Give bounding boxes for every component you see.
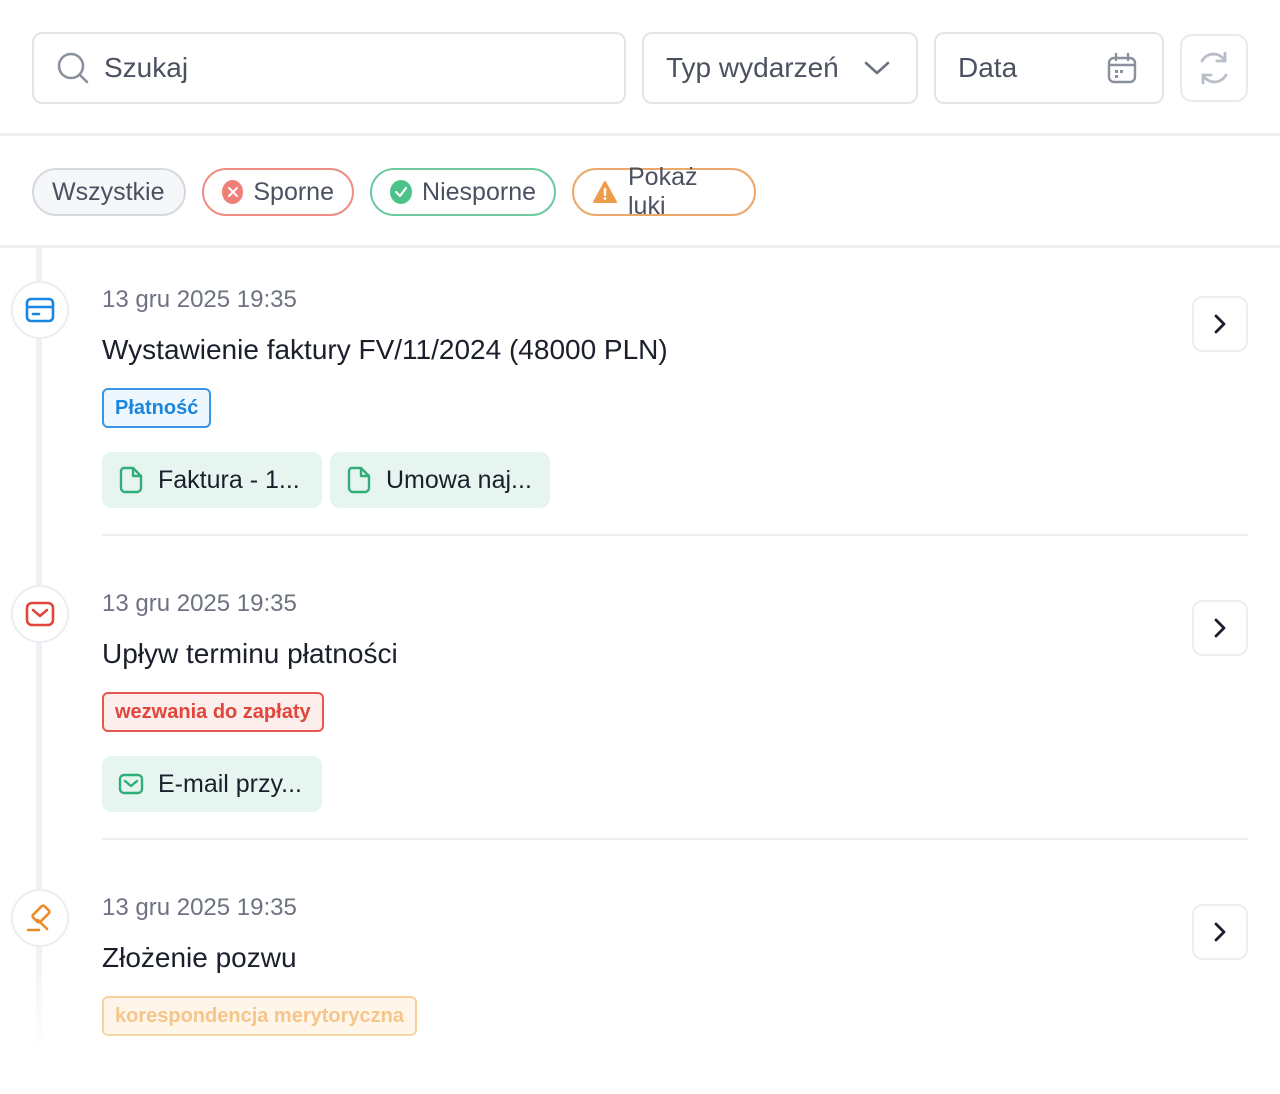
event-item: 13 gru 2025 19:35 Złożenie pozwu korespo… [102,892,1248,1036]
scroll-fade [0,1030,1280,1094]
filter-all-chip[interactable]: Wszystkie [32,168,186,216]
check-circle-icon [390,180,413,204]
event-node-lawsuit [11,889,69,947]
mail-icon [25,601,55,627]
event-title: Złożenie pozwu [102,942,297,973]
open-event-button[interactable] [1192,904,1248,960]
attachment-label: Faktura - 1... [158,465,300,494]
calendar-icon [1106,52,1138,91]
event-item: 13 gru 2025 19:35 Upływ terminu płatnośc… [102,588,1248,812]
close-circle-icon [222,180,244,204]
search-input[interactable]: Szukaj [32,32,626,104]
event-tag: wezwania do zapłaty [102,692,324,732]
filter-disputed-chip[interactable]: Sporne [202,168,354,216]
attachment-chip[interactable]: Faktura - 1... [102,452,322,508]
filter-disputed-label: Sporne [253,177,334,206]
credit-card-icon [25,297,55,323]
attachment-chip[interactable]: E-mail przy... [102,756,322,812]
event-divider [102,838,1248,840]
filter-bar: Wszystkie Sporne Niesporne Pokaż luki [0,136,1280,248]
date-picker[interactable]: Data [934,32,1164,104]
search-icon [56,51,90,85]
filter-gaps-label: Pokaż luki [628,163,698,220]
document-icon [346,466,372,494]
event-node-demand [11,585,69,643]
refresh-button[interactable] [1180,34,1248,102]
event-date: 13 gru 2025 19:35 [102,894,297,921]
attachment-label: Umowa naj... [386,465,532,494]
chevron-right-icon [1212,921,1228,943]
event-item: 13 gru 2025 19:35 Wystawienie faktury FV… [102,284,1248,508]
event-title: Upływ terminu płatności [102,638,398,669]
event-title: Wystawienie faktury FV/11/2024 (48000 PL… [102,334,668,365]
filter-undisputed-label: Niesporne [422,177,536,206]
attachment-chip[interactable]: Umowa naj... [330,452,550,508]
attachment-list: Faktura - 1... Umowa naj... [102,452,1248,508]
date-label: Data [958,52,1018,83]
event-type-select[interactable]: Typ wydarzeń [642,32,918,104]
event-tag: Płatność [102,388,212,428]
gavel-icon [25,903,55,933]
search-placeholder: Szukaj [104,52,189,83]
filter-undisputed-chip[interactable]: Niesporne [370,168,556,216]
chevron-right-icon [1212,617,1228,639]
event-divider [102,534,1248,536]
event-date: 13 gru 2025 19:35 [102,286,297,313]
chevron-right-icon [1212,313,1228,335]
event-date: 13 gru 2025 19:35 [102,590,297,617]
chevron-down-icon [864,58,890,83]
mail-icon [118,773,144,795]
open-event-button[interactable] [1192,296,1248,352]
attachment-label: E-mail przy... [158,769,302,798]
toolbar: Szukaj Typ wydarzeń Data [0,0,1280,136]
document-icon [118,466,144,494]
filter-all-label: Wszystkie [52,177,165,206]
attachment-list: E-mail przy... [102,756,1248,812]
event-type-label: Typ wydarzeń [666,52,839,83]
warning-icon [592,180,618,204]
event-node-payment [11,281,69,339]
refresh-icon [1195,49,1233,87]
open-event-button[interactable] [1192,600,1248,656]
filter-gaps-chip[interactable]: Pokaż luki [572,163,756,220]
